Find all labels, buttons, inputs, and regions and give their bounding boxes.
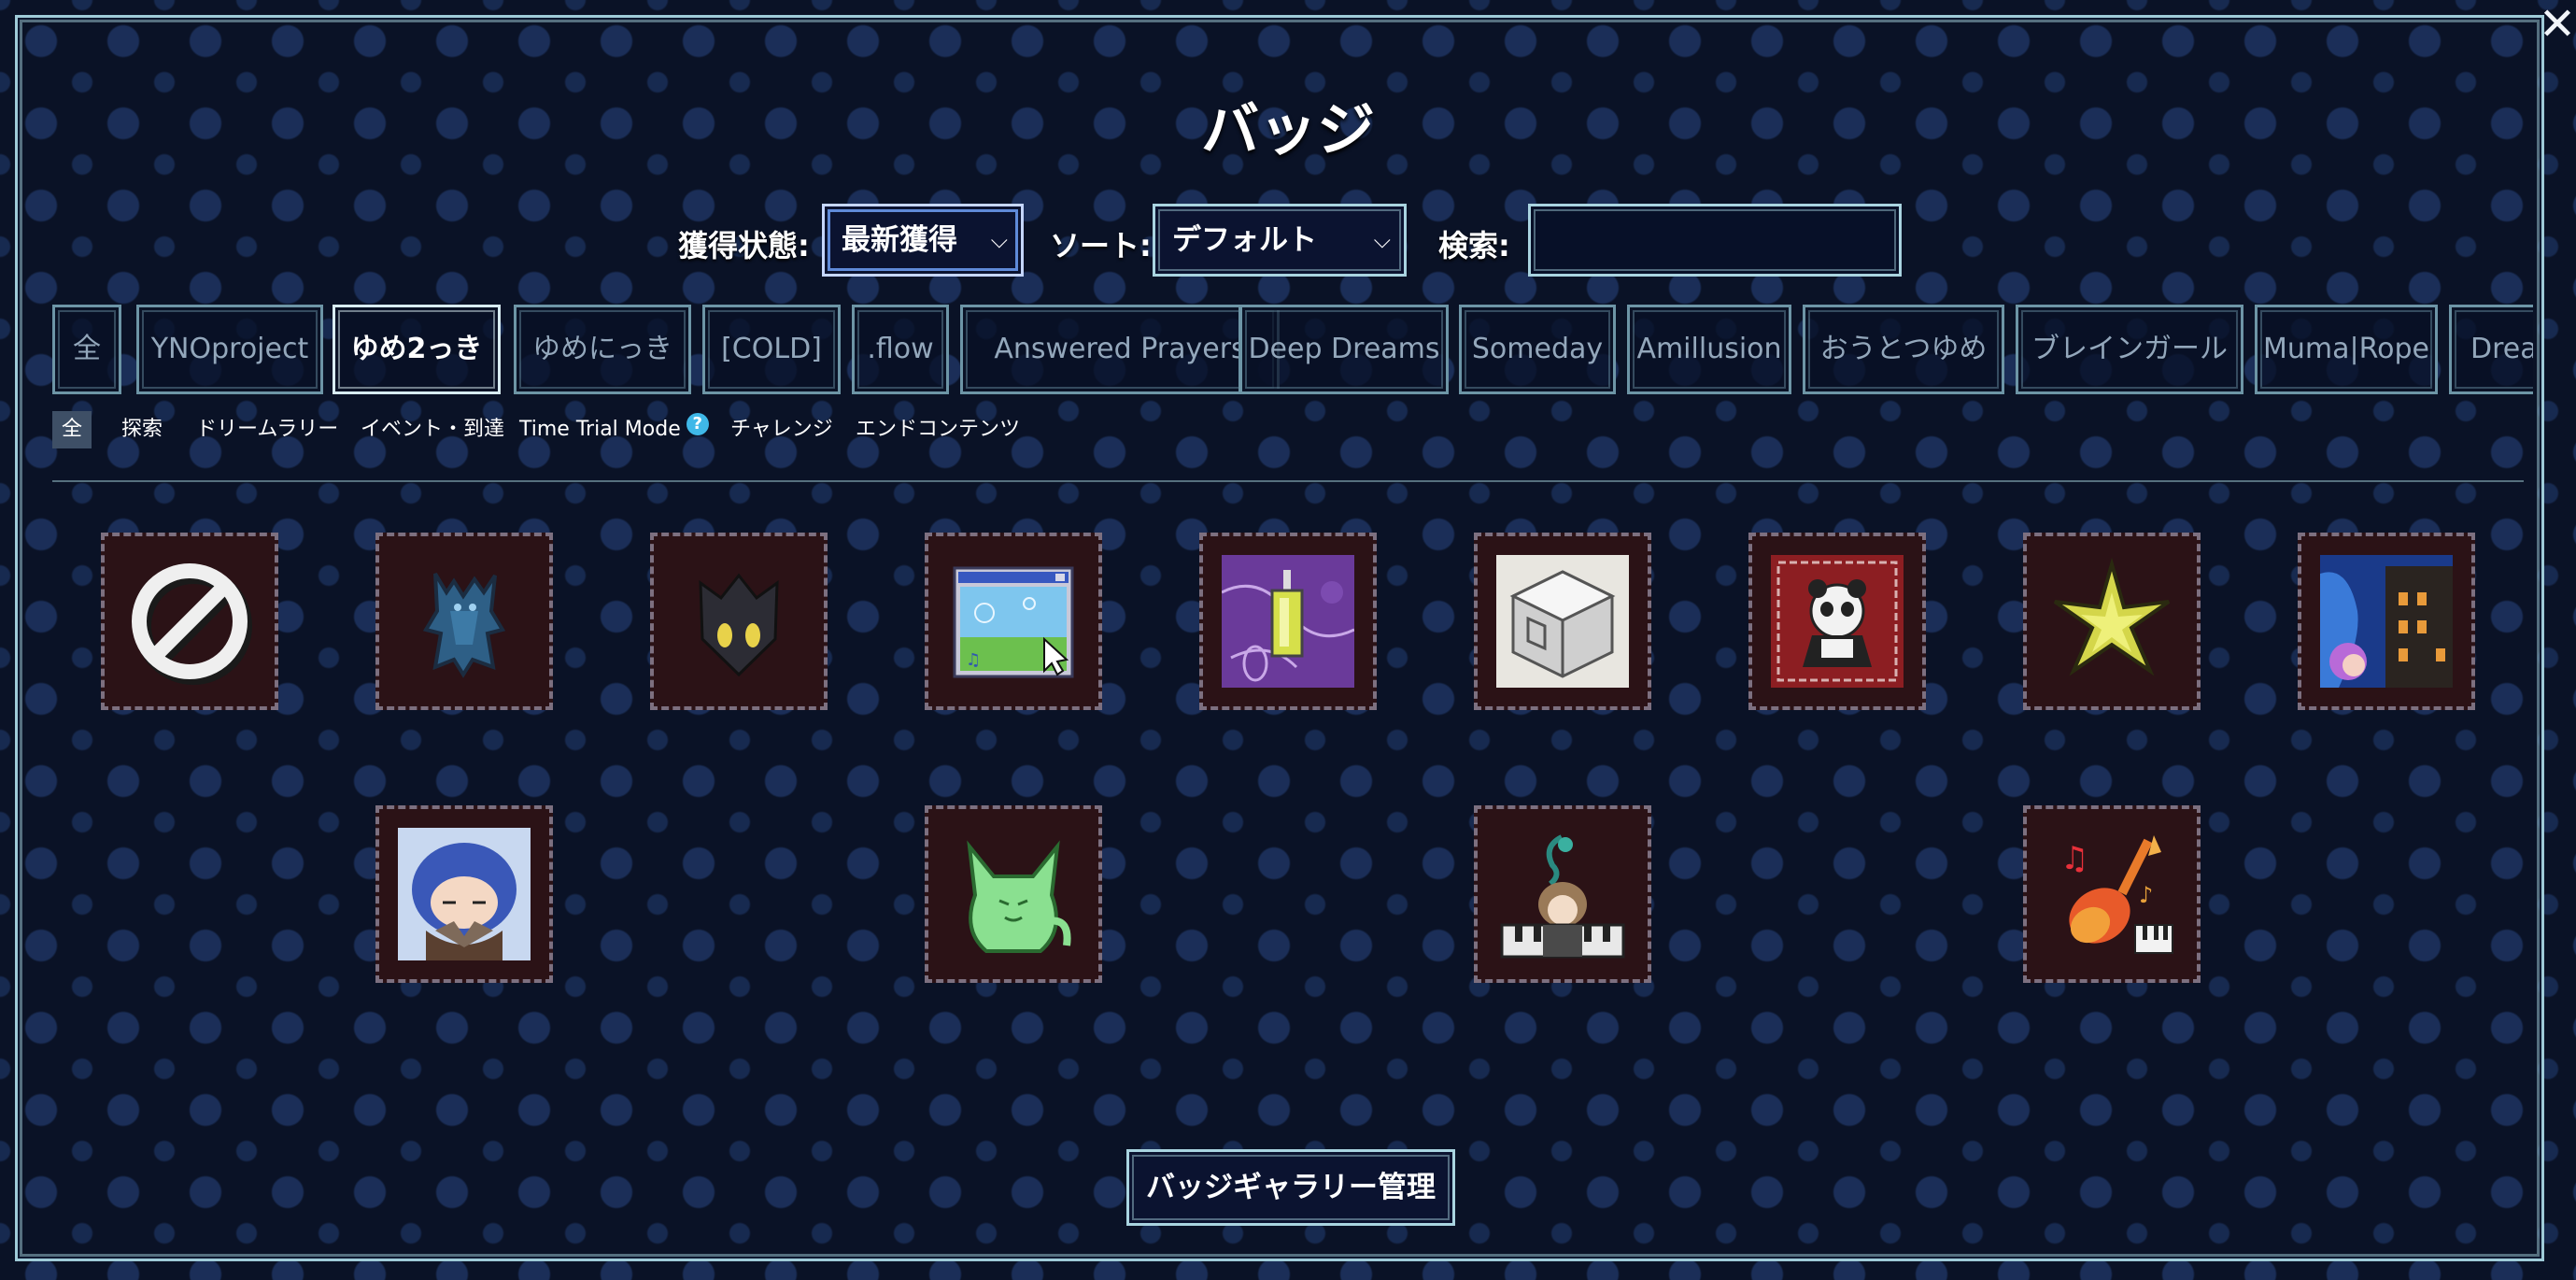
badge-tile[interactable] xyxy=(2298,533,2475,710)
close-icon[interactable]: ✕ xyxy=(2537,2,2576,47)
game-tab-strip: 全 YNOproject ゆめ2っき ゆめにっき [COLD] .flow An… xyxy=(52,305,2533,394)
game-tab-someday[interactable]: Someday xyxy=(1459,305,1616,394)
blue-hair-girl-icon xyxy=(398,828,531,960)
sort-value: デフォルト xyxy=(1172,223,1317,257)
green-cat-creature-icon xyxy=(947,828,1080,960)
game-tab-answered-prayers[interactable]: Answered Prayers xyxy=(960,305,1280,394)
badge-tile[interactable] xyxy=(1748,533,1926,710)
badge-tile[interactable]: ♫ xyxy=(925,533,1102,710)
yellow-star-flower-icon xyxy=(2045,555,2178,688)
page-title: バッジ xyxy=(1200,95,1375,164)
game-tab-yume2kki[interactable]: ゆめ2っき xyxy=(333,305,501,394)
category-tab-time-trial-label: Time Trial Mode xyxy=(519,418,681,441)
badge-tile[interactable] xyxy=(1199,533,1377,710)
search-input[interactable] xyxy=(1528,204,1902,277)
game-tab-outotsu-yume[interactable]: おうとつゆめ xyxy=(1803,305,2004,394)
panda-doll-icon xyxy=(1771,555,1904,688)
divider xyxy=(52,480,2524,482)
blue-creature-icon xyxy=(398,555,531,688)
game-tab-cold[interactable]: [COLD] xyxy=(702,305,841,394)
game-tab-deep-dreams[interactable]: Deep Dreams xyxy=(1239,305,1449,394)
svg-text:♫: ♫ xyxy=(2060,840,2088,877)
badge-tile[interactable] xyxy=(650,533,828,710)
game-tab-brain-girl[interactable]: ブレインガール xyxy=(2016,305,2243,394)
category-tab-event[interactable]: イベント・到達 xyxy=(361,411,504,448)
filter-bar: 獲得状態: 最新獲得 ⌵ ソート: デフォルト ⌵ 検索: xyxy=(0,204,2576,280)
girl-at-piano-icon xyxy=(1496,828,1629,960)
badge-tile[interactable] xyxy=(375,805,553,983)
shadow-mask-icon xyxy=(672,555,805,688)
svg-text:♪: ♪ xyxy=(2139,882,2153,908)
badge-gallery-manage-button[interactable]: バッジギャラリー管理 xyxy=(1126,1149,1455,1226)
game-tab-amillusion[interactable]: Amillusion xyxy=(1627,305,1791,394)
game-tab-ynoproject[interactable]: YNOproject xyxy=(136,305,323,394)
badge-tile[interactable] xyxy=(1474,805,1651,983)
status-filter-label: 獲得状態: xyxy=(678,228,810,263)
purple-hair-girl-city-icon xyxy=(2320,555,2453,688)
category-tab-time-trial[interactable]: Time Trial Mode? xyxy=(519,411,709,448)
badge-tile[interactable] xyxy=(375,533,553,710)
category-tab-end-content[interactable]: エンドコンテンツ xyxy=(856,411,1020,448)
chevron-down-icon: ⌵ xyxy=(990,227,1008,253)
svg-text:♫: ♫ xyxy=(966,650,981,670)
status-filter-value: 最新獲得 xyxy=(842,223,957,257)
badge-tile[interactable] xyxy=(1474,533,1651,710)
badge-tile[interactable] xyxy=(925,805,1102,983)
game-tab-flow[interactable]: .flow xyxy=(852,305,949,394)
sort-select[interactable]: デフォルト ⌵ xyxy=(1153,204,1407,277)
purple-lantern-icon xyxy=(1222,555,1354,688)
game-tab-dream[interactable]: Drea xyxy=(2449,305,2533,394)
sort-label: ソート: xyxy=(1050,228,1152,263)
game-tab-muma-rope[interactable]: Muma|Rope xyxy=(2255,305,2438,394)
category-tab-explore[interactable]: 探索 xyxy=(121,411,163,448)
status-filter-select[interactable]: 最新獲得 ⌵ xyxy=(822,204,1024,277)
category-tab-challenge[interactable]: チャレンジ xyxy=(730,411,833,448)
badge-tile[interactable] xyxy=(2023,533,2201,710)
fire-guitar-icon: ♫ ♪ xyxy=(2045,828,2178,960)
white-cube-icon xyxy=(1496,555,1629,688)
category-tab-dream-rally[interactable]: ドリームラリー xyxy=(196,411,338,448)
game-tab-yumenikki[interactable]: ゆめにっき xyxy=(514,305,691,394)
help-icon[interactable]: ? xyxy=(686,413,709,435)
computer-window-icon: ♫ xyxy=(947,555,1080,688)
game-tab-all[interactable]: 全 xyxy=(52,305,121,394)
badge-tile[interactable]: ♫ ♪ xyxy=(2023,805,2201,983)
search-label: 検索: xyxy=(1438,228,1510,263)
badge-tile[interactable] xyxy=(101,533,278,710)
category-tab-all[interactable]: 全 xyxy=(52,411,92,448)
chevron-down-icon: ⌵ xyxy=(1373,227,1391,253)
no-sign-icon xyxy=(123,555,256,688)
